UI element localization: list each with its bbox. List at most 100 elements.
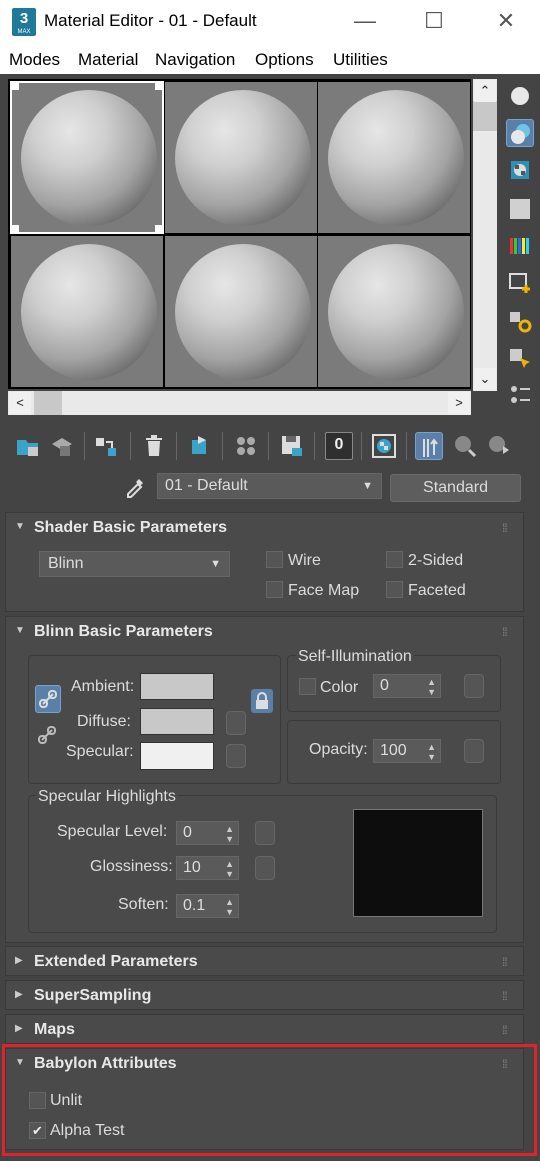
minimize-button[interactable]: —	[347, 6, 383, 38]
rollout-title[interactable]: Shader Basic Parameters	[34, 519, 227, 537]
close-button[interactable]: ✕	[488, 6, 524, 38]
go-to-parent-icon[interactable]	[451, 432, 479, 460]
horizontal-scrollbar[interactable]	[8, 391, 471, 415]
scroll-left-button[interactable]: <	[9, 392, 31, 414]
specular-level-spinner[interactable]: 0 ▲ ▼	[176, 821, 239, 845]
sphere-sample-type-icon[interactable]	[506, 82, 534, 110]
sample-slot-1[interactable]	[10, 81, 164, 234]
diffuse-color-swatch[interactable]	[140, 708, 214, 735]
material-id-channel-icon[interactable]: 0	[325, 432, 353, 460]
delete-icon[interactable]	[140, 432, 168, 460]
collapsed-icon: ▶	[15, 1023, 23, 1034]
extended-parameters-rollout[interactable]: ▶ Extended Parameters ⁞⁞	[5, 946, 524, 976]
maps-rollout[interactable]: ▶ Maps ⁞⁞	[5, 1014, 524, 1044]
spin-up-icon[interactable]: ▲	[225, 859, 234, 869]
put-to-scene-icon[interactable]	[48, 432, 76, 460]
options-icon[interactable]	[506, 307, 534, 335]
material-name-dropdown[interactable]: 01 - Default ▼	[157, 473, 382, 499]
video-color-check-icon[interactable]	[506, 232, 534, 260]
rollout-title[interactable]: SuperSampling	[34, 987, 151, 1005]
self-illum-spinner[interactable]: 0 ▲ ▼	[373, 674, 441, 698]
go-forward-icon[interactable]	[485, 432, 513, 460]
eyedropper-icon[interactable]	[122, 474, 148, 500]
material-map-navigator-icon[interactable]	[506, 381, 534, 409]
chevron-down-icon: ▼	[210, 558, 221, 570]
lock-map-icon[interactable]	[251, 689, 273, 713]
spin-up-icon[interactable]: ▲	[427, 742, 436, 752]
material-type-button[interactable]: Standard	[390, 474, 521, 502]
expanded-icon: ▼	[15, 625, 25, 636]
shader-basic-parameters-rollout: ▼ Shader Basic Parameters ⁞⁞ Blinn ▼ Wir…	[5, 512, 524, 612]
menu-utilities[interactable]: Utilities	[333, 50, 388, 70]
menu-options[interactable]: Options	[255, 50, 314, 70]
rollout-title[interactable]: Extended Parameters	[34, 953, 198, 971]
scroll-down-button[interactable]: ⌄	[474, 368, 496, 390]
faceted-checkbox[interactable]	[386, 581, 403, 598]
glossiness-map-button[interactable]	[255, 856, 275, 880]
glossiness-spinner[interactable]: 10 ▲ ▼	[176, 856, 239, 880]
vertical-scroll-thumb[interactable]	[473, 101, 497, 131]
scroll-right-button[interactable]: >	[448, 392, 470, 414]
soften-spinner[interactable]: 0.1 ▲ ▼	[176, 894, 239, 918]
put-to-library-icon[interactable]	[232, 432, 260, 460]
lock-diffuse-specular-icon[interactable]	[35, 723, 61, 749]
opacity-spinner[interactable]: 100 ▲ ▼	[373, 739, 441, 763]
spin-down-icon[interactable]: ▼	[225, 834, 234, 844]
ambient-color-swatch[interactable]	[140, 673, 214, 700]
scroll-up-button[interactable]: ⌃	[474, 80, 496, 102]
backlight-icon[interactable]	[506, 119, 534, 147]
diffuse-map-button[interactable]	[226, 711, 246, 735]
grip-icon[interactable]: ⁞⁞	[502, 955, 508, 969]
specular-color-swatch[interactable]	[140, 742, 214, 770]
spin-up-icon[interactable]: ▲	[427, 677, 436, 687]
specular-highlights-title: Specular Highlights	[36, 788, 178, 806]
grip-icon[interactable]: ⁞⁞	[502, 625, 508, 639]
show-shaded-material-icon[interactable]	[370, 432, 398, 460]
get-material-icon[interactable]	[14, 432, 42, 460]
assign-to-selection-icon[interactable]	[92, 432, 120, 460]
spin-down-icon[interactable]: ▼	[427, 752, 436, 762]
spin-down-icon[interactable]: ▼	[427, 687, 436, 697]
menu-material[interactable]: Material	[78, 50, 138, 70]
supersampling-rollout[interactable]: ▶ SuperSampling ⁞⁞	[5, 980, 524, 1010]
face-map-checkbox[interactable]	[266, 581, 283, 598]
rollout-title[interactable]: Maps	[34, 1021, 75, 1039]
menu-navigation[interactable]: Navigation	[155, 50, 235, 70]
show-end-result-icon[interactable]	[415, 432, 443, 460]
self-illum-color-checkbox[interactable]	[299, 678, 316, 695]
sample-uv-tiling-icon[interactable]	[506, 195, 534, 223]
spin-up-icon[interactable]: ▲	[225, 824, 234, 834]
opacity-map-button[interactable]	[464, 739, 484, 763]
spin-down-icon[interactable]: ▼	[225, 907, 234, 917]
sample-slot-4[interactable]	[11, 236, 163, 387]
horizontal-scroll-thumb[interactable]	[34, 391, 62, 415]
soften-value: 0.1	[183, 897, 206, 914]
grip-icon[interactable]: ⁞⁞	[502, 521, 508, 535]
rollout-title[interactable]: Blinn Basic Parameters	[34, 623, 213, 641]
sample-slot-6[interactable]	[318, 236, 470, 387]
menu-modes[interactable]: Modes	[9, 50, 60, 70]
grip-icon[interactable]: ⁞⁞	[502, 989, 508, 1003]
save-material-icon[interactable]	[278, 432, 306, 460]
grip-icon[interactable]: ⁞⁞	[502, 1023, 508, 1037]
two-sided-checkbox[interactable]	[386, 551, 403, 568]
make-preview-icon[interactable]	[506, 269, 534, 297]
sample-slot-5[interactable]	[165, 236, 317, 387]
specular-map-button[interactable]	[226, 744, 246, 768]
specular-level-map-button[interactable]	[255, 821, 275, 845]
sample-slot-3[interactable]	[318, 82, 470, 233]
background-checker-icon[interactable]	[506, 156, 534, 184]
shader-type-dropdown[interactable]: Blinn ▼	[39, 551, 230, 577]
lock-ambient-diffuse-icon[interactable]	[35, 685, 61, 713]
wire-checkbox[interactable]	[266, 551, 283, 568]
spin-down-icon[interactable]: ▼	[225, 869, 234, 879]
material-sphere	[21, 244, 157, 380]
self-illum-map-button[interactable]	[464, 674, 484, 698]
make-unique-icon[interactable]	[186, 432, 214, 460]
sample-slot-2[interactable]	[165, 82, 317, 233]
select-by-material-icon[interactable]	[506, 344, 534, 372]
self-illum-value: 0	[380, 677, 389, 694]
maximize-button[interactable]: ☐	[416, 6, 452, 38]
spin-up-icon[interactable]: ▲	[225, 897, 234, 907]
shader-type-value: Blinn	[48, 555, 84, 572]
